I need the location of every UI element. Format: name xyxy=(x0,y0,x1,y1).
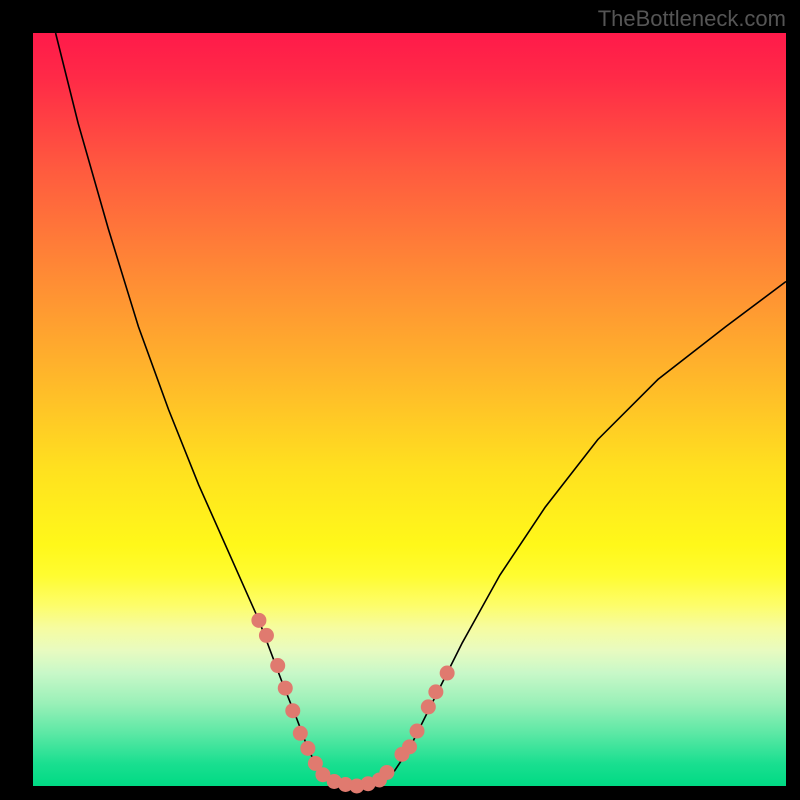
curve-marker xyxy=(259,628,274,643)
bottleneck-curve xyxy=(56,33,786,786)
chart-plot-area xyxy=(33,33,786,786)
curve-marker xyxy=(293,726,308,741)
curve-marker xyxy=(440,666,455,681)
curve-marker xyxy=(428,684,443,699)
chart-svg xyxy=(33,33,786,786)
curve-marker xyxy=(300,741,315,756)
curve-marker xyxy=(379,765,394,780)
curve-marker xyxy=(270,658,285,673)
curve-marker xyxy=(402,739,417,754)
watermark-text: TheBottleneck.com xyxy=(598,6,786,32)
curve-markers xyxy=(251,613,454,794)
curve-marker xyxy=(410,724,425,739)
curve-marker xyxy=(421,699,436,714)
curve-marker xyxy=(278,681,293,696)
curve-marker xyxy=(285,703,300,718)
curve-marker xyxy=(251,613,266,628)
